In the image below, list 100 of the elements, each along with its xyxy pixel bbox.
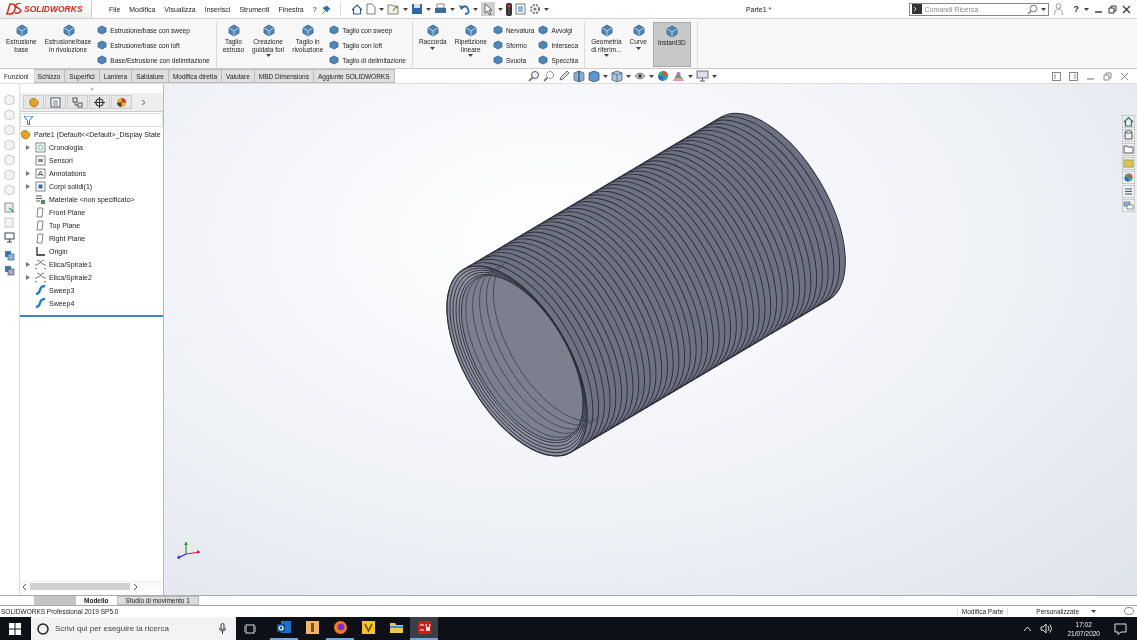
select-pointer-icon[interactable] bbox=[480, 2, 495, 16]
home-icon[interactable] bbox=[350, 3, 363, 15]
mail-icon bbox=[276, 620, 292, 635]
chevron-right-icon[interactable] bbox=[141, 98, 146, 106]
feature-icon bbox=[329, 55, 340, 65]
print-icon[interactable] bbox=[433, 3, 447, 15]
feature-icon bbox=[261, 24, 275, 37]
caret-icon bbox=[687, 74, 693, 78]
restore-icon[interactable] bbox=[1103, 71, 1112, 81]
origin-icon bbox=[35, 246, 46, 257]
configuration-icon bbox=[72, 96, 83, 108]
feature-icon bbox=[538, 55, 549, 65]
terminal-icon bbox=[911, 4, 922, 14]
panel-left-icon[interactable] bbox=[1052, 71, 1061, 81]
app-icon bbox=[304, 620, 320, 635]
plane-icon bbox=[35, 220, 46, 231]
caret-icon bbox=[1084, 7, 1089, 11]
axis-triad-icon bbox=[177, 541, 201, 559]
circle-icon bbox=[37, 622, 49, 635]
new-document-icon[interactable] bbox=[365, 3, 376, 15]
taskbar-search-field[interactable]: Scrivi qui per eseguire la ricerca bbox=[55, 624, 213, 633]
material-icon bbox=[35, 194, 46, 205]
pin-icon[interactable] bbox=[321, 4, 331, 14]
layers-icon[interactable] bbox=[4, 250, 15, 261]
caret-icon bbox=[625, 74, 631, 78]
chevron-up-icon[interactable] bbox=[1023, 625, 1033, 632]
settings-icon[interactable] bbox=[528, 3, 541, 15]
taskbar-search-box[interactable]: Scrivi qui per eseguire la ricerca bbox=[31, 617, 236, 640]
expand-arrow-icon[interactable] bbox=[26, 262, 30, 267]
help-menu[interactable]: ? bbox=[1073, 4, 1079, 14]
part-icon bbox=[27, 96, 40, 108]
sheet-icon[interactable] bbox=[4, 202, 15, 213]
helix-icon bbox=[35, 259, 46, 270]
caret-icon bbox=[425, 7, 431, 11]
section-view-icon[interactable] bbox=[572, 70, 585, 82]
user-icon[interactable] bbox=[1053, 3, 1063, 15]
zoom-icon[interactable] bbox=[527, 70, 540, 82]
caret-icon bbox=[543, 7, 549, 11]
notification-icon[interactable] bbox=[1114, 622, 1127, 635]
solid-body-icon bbox=[35, 181, 46, 192]
task-view-icon[interactable] bbox=[244, 623, 256, 634]
color-ball-icon[interactable] bbox=[656, 70, 669, 82]
caret-icon bbox=[602, 74, 608, 78]
horizontal-scrollbar[interactable] bbox=[20, 581, 163, 591]
sensor-icon bbox=[35, 155, 46, 166]
list-icon[interactable] bbox=[1122, 185, 1135, 198]
expand-arrow-icon[interactable] bbox=[26, 184, 30, 189]
color-ball-icon[interactable] bbox=[1122, 171, 1135, 184]
scene-icon[interactable] bbox=[671, 70, 685, 82]
panel-tab[interactable] bbox=[89, 95, 110, 109]
cube-icon[interactable] bbox=[610, 70, 623, 82]
folder-icon bbox=[388, 620, 404, 635]
search-icon[interactable] bbox=[1026, 3, 1038, 15]
feature-icon bbox=[97, 55, 108, 65]
expand-arrow-icon[interactable] bbox=[26, 275, 30, 280]
close-icon[interactable] bbox=[1122, 4, 1131, 14]
monitor-icon[interactable] bbox=[695, 70, 709, 82]
ds-logo-icon bbox=[6, 3, 22, 15]
restore-icon[interactable] bbox=[1108, 4, 1117, 14]
home-icon[interactable] bbox=[1122, 115, 1135, 128]
filter-field[interactable] bbox=[20, 113, 163, 127]
feature-icon bbox=[631, 24, 645, 37]
feature-icon bbox=[61, 24, 75, 37]
feature-icon bbox=[14, 24, 28, 37]
speaker-icon[interactable] bbox=[1040, 623, 1054, 634]
caret-icon bbox=[711, 74, 717, 78]
expand-arrow-icon[interactable] bbox=[26, 145, 30, 150]
panel-tab[interactable] bbox=[111, 95, 132, 109]
microphone-icon[interactable] bbox=[219, 623, 226, 634]
color-ball-icon bbox=[116, 96, 127, 108]
traffic-light-icon[interactable] bbox=[505, 2, 512, 16]
caret-icon bbox=[603, 54, 609, 57]
part-icon bbox=[20, 129, 31, 140]
browser-icon bbox=[332, 620, 348, 635]
scrollbar-thumb[interactable] bbox=[30, 583, 130, 590]
eye-icon[interactable] bbox=[633, 71, 646, 81]
layers-icon[interactable] bbox=[4, 265, 15, 276]
open-folder-icon[interactable] bbox=[386, 3, 400, 15]
scroll-left-icon[interactable] bbox=[23, 583, 27, 590]
feature-icon bbox=[538, 40, 549, 50]
expand-arrow-icon[interactable] bbox=[26, 171, 30, 176]
windows-start-icon[interactable] bbox=[9, 622, 21, 635]
feature-icon bbox=[329, 25, 340, 35]
cylinder-icon[interactable] bbox=[1122, 129, 1135, 142]
feature-icon bbox=[538, 25, 549, 35]
helix-icon bbox=[35, 272, 46, 283]
feature-icon bbox=[665, 25, 679, 38]
cad-app-icon bbox=[416, 620, 432, 635]
graphics-area[interactable] bbox=[164, 84, 1137, 595]
panel-right-icon[interactable] bbox=[1069, 71, 1078, 81]
zoom-area-icon[interactable] bbox=[542, 70, 555, 82]
folder-icon[interactable] bbox=[1122, 143, 1135, 156]
scroll-right-icon[interactable] bbox=[133, 583, 137, 590]
taskbar-app[interactable] bbox=[410, 617, 438, 640]
caret-icon bbox=[430, 46, 436, 50]
feature-icon bbox=[492, 25, 503, 35]
undo-icon[interactable] bbox=[457, 3, 470, 15]
save-icon[interactable] bbox=[410, 3, 423, 15]
caret-icon bbox=[378, 7, 384, 11]
monitor-icon[interactable] bbox=[4, 232, 15, 243]
